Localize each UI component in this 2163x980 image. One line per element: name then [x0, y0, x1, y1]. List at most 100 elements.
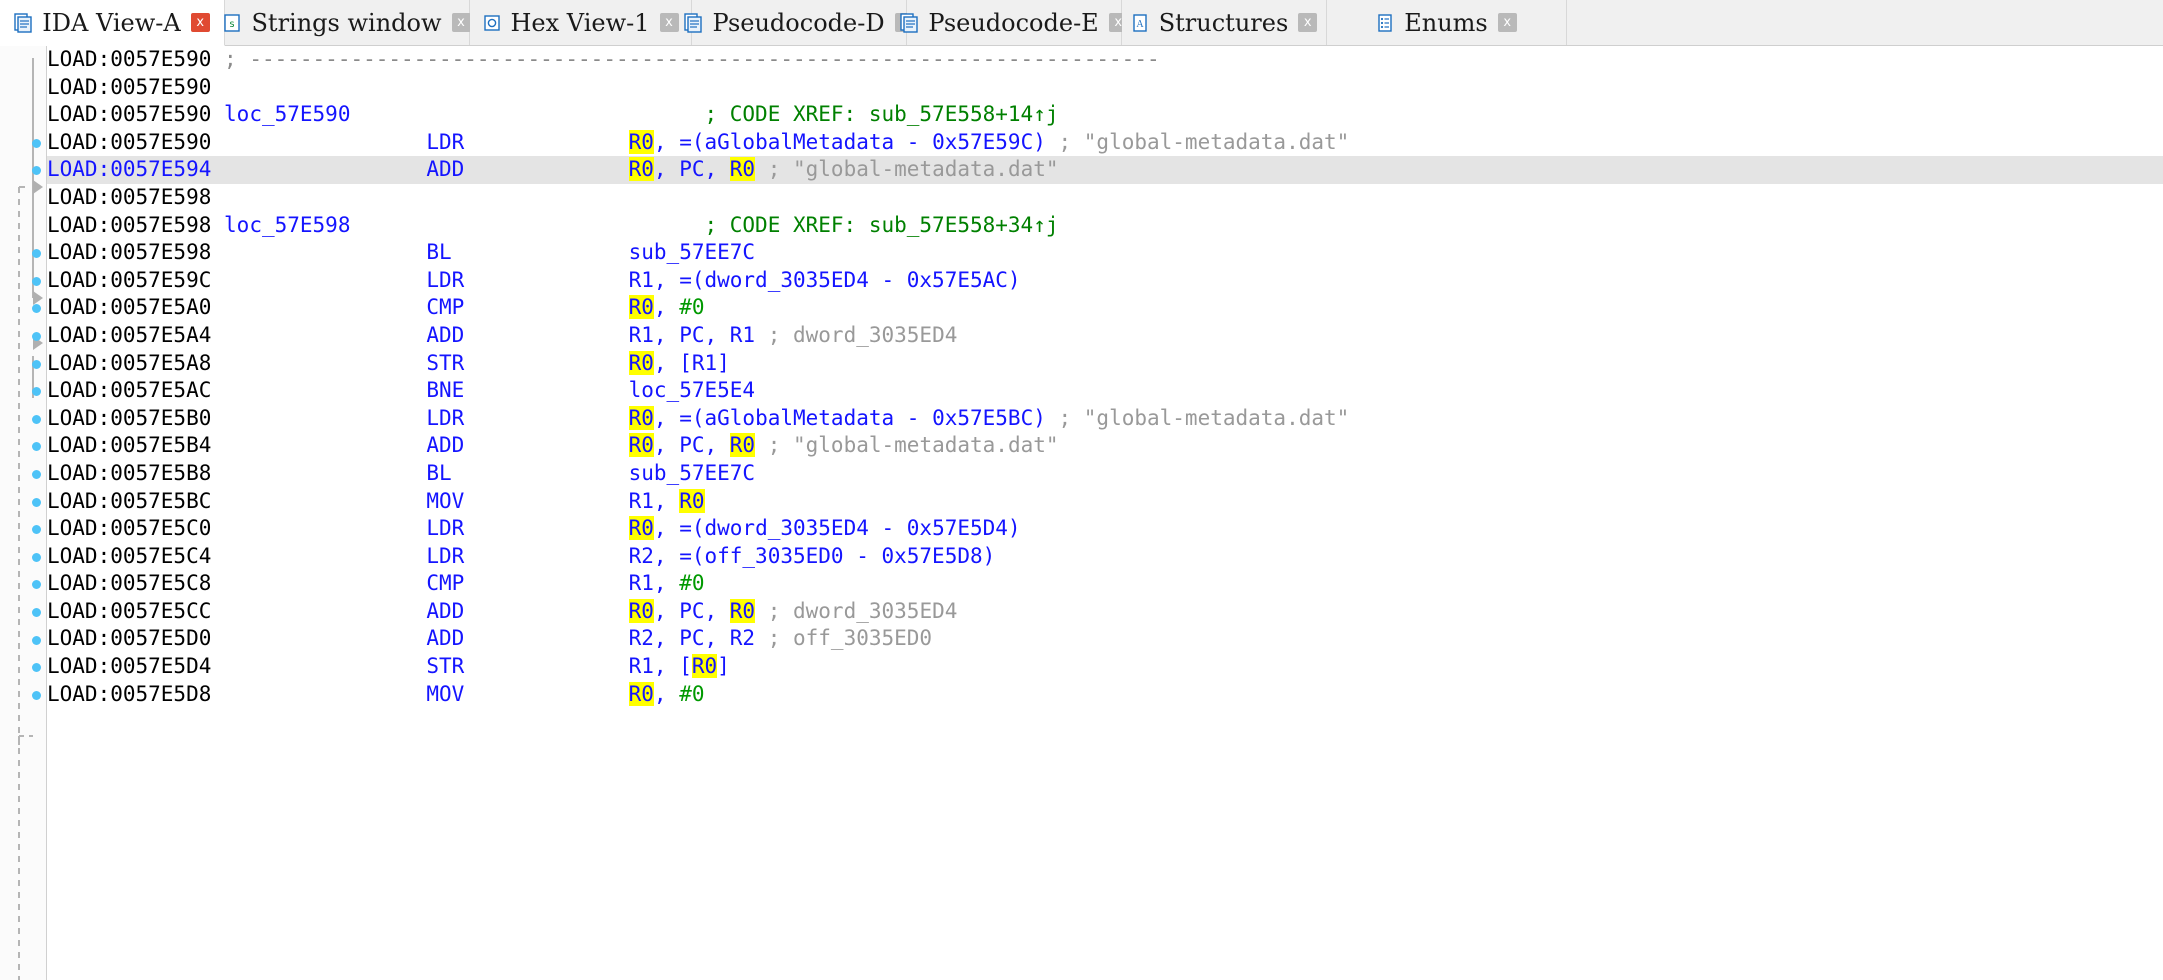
tab-close-icon[interactable]: x	[190, 13, 210, 32]
disasm-line[interactable]: LOAD:0057E5BC MOV R1, R0	[47, 488, 2163, 516]
tab-close-icon[interactable]: x	[1298, 13, 1318, 32]
instruction-mnemonic: LDR	[426, 543, 465, 568]
line-address: LOAD:0057E5D0	[47, 626, 212, 651]
disasm-line[interactable]: LOAD:0057E5AC BNE loc_57E5E4	[47, 377, 2163, 405]
line-address: LOAD:0057E5C8	[47, 571, 212, 596]
instruction-operand: ,	[653, 295, 680, 320]
immediate-value: #0	[679, 571, 705, 596]
instruction-operand: R0	[729, 433, 756, 458]
tab-ida-view-a[interactable]: IDA View-A x	[0, 0, 225, 46]
line-address: LOAD:0057E598	[47, 184, 212, 209]
line-text	[211, 433, 426, 457]
line-text	[211, 295, 426, 319]
instruction-operand: R0	[628, 681, 654, 706]
tab-pseudocode-e[interactable]: Pseudocode-E x	[900, 0, 1128, 45]
line-text	[211, 626, 426, 650]
instruction-mnemonic: STR	[426, 350, 465, 375]
tab-close-icon[interactable]: x	[1497, 13, 1517, 32]
line-text	[464, 406, 628, 430]
line-text	[464, 323, 628, 347]
disasm-line[interactable]: LOAD:0057E5C4 LDR R2, =(off_3035ED0 - 0x…	[47, 543, 2163, 571]
disasm-line[interactable]: LOAD:0057E590	[47, 74, 2163, 102]
instruction-operand: sub_57EE7C	[628, 240, 756, 265]
line-text	[464, 130, 628, 154]
instruction-operand: R0	[729, 157, 756, 182]
line-text	[464, 378, 628, 402]
line-text	[211, 240, 426, 264]
tab-strings-window[interactable]: s Strings window x	[224, 0, 471, 45]
instruction-dot	[32, 276, 41, 286]
tab-close-icon[interactable]: x	[451, 13, 471, 32]
disasm-line[interactable]: LOAD:0057E5CC ADD R0, PC, R0 ; dword_303…	[47, 598, 2163, 626]
instruction-dot	[32, 414, 41, 424]
tab-hex-view-1[interactable]: Hex View-1 x	[470, 0, 692, 45]
ida-view-icon	[14, 12, 32, 33]
instruction-operand: , PC,	[653, 598, 730, 623]
line-text	[211, 682, 426, 706]
line-text	[211, 323, 426, 347]
disasm-line[interactable]: LOAD:0057E598 loc_57E598 ; CODE XREF: su…	[47, 212, 2163, 240]
line-text	[464, 157, 628, 181]
line-address: LOAD:0057E5A4	[47, 322, 212, 347]
instruction-mnemonic: CMP	[426, 295, 465, 320]
line-address: LOAD:0057E5BC	[47, 488, 212, 513]
disassembly-view[interactable]: LOAD:0057E590 ; ------------------------…	[0, 46, 2163, 980]
disasm-line[interactable]: LOAD:0057E5D0 ADD R2, PC, R2 ; off_3035E…	[47, 625, 2163, 653]
disasm-line[interactable]: LOAD:0057E594 ADD R0, PC, R0 ; "global-m…	[47, 156, 2163, 184]
disasm-line[interactable]: LOAD:0057E5B8 BL sub_57EE7C	[47, 460, 2163, 488]
disasm-line[interactable]: LOAD:0057E590 loc_57E590 ; CODE XREF: su…	[47, 101, 2163, 129]
instruction-mnemonic: LDR	[426, 405, 465, 430]
line-text	[211, 102, 224, 126]
line-text	[211, 461, 426, 485]
disasm-line[interactable]: LOAD:0057E590 LDR R0, =(aGlobalMetadata …	[47, 129, 2163, 157]
disasm-line[interactable]: LOAD:0057E59C LDR R1, =(dword_3035ED4 - …	[47, 267, 2163, 295]
disasm-line[interactable]: LOAD:0057E5A4 ADD R1, PC, R1 ; dword_303…	[47, 322, 2163, 350]
instruction-mnemonic: ADD	[426, 322, 465, 347]
line-text	[211, 654, 426, 678]
disasm-line[interactable]: LOAD:0057E5C0 LDR R0, =(dword_3035ED4 - …	[47, 515, 2163, 543]
line-text	[464, 268, 628, 292]
line-address: LOAD:0057E5A8	[47, 350, 212, 375]
instruction-mnemonic: BNE	[426, 378, 465, 403]
instruction-dot	[32, 690, 41, 700]
instruction-operand: ]	[717, 654, 730, 679]
disasm-line[interactable]: LOAD:0057E590 ; ------------------------…	[47, 46, 2163, 74]
instruction-operand: R1, PC, R1	[628, 322, 756, 347]
instruction-dot	[32, 552, 41, 562]
line-text	[464, 295, 628, 319]
disasm-line[interactable]: LOAD:0057E598	[47, 184, 2163, 212]
instruction-operand: R2, PC, R2	[628, 626, 756, 651]
instruction-operand: R0	[628, 516, 654, 541]
instruction-operand: R0	[628, 405, 654, 430]
instruction-dot	[32, 635, 41, 645]
tab-structures[interactable]: A Structures x	[1122, 0, 1327, 45]
disassembly-lines[interactable]: LOAD:0057E590 ; ------------------------…	[47, 46, 2163, 980]
line-address: LOAD:0057E590	[47, 102, 212, 127]
tab-pseudocode-d[interactable]: Pseudocode-Dx	[684, 0, 914, 45]
svg-text:A: A	[1136, 19, 1144, 30]
tab-close-icon[interactable]: x	[659, 13, 679, 32]
instruction-operand: , PC,	[653, 433, 730, 458]
instruction-mnemonic: ADD	[426, 598, 465, 623]
line-text	[211, 516, 426, 540]
disasm-line[interactable]: LOAD:0057E5B4 ADD R0, PC, R0 ; "global-m…	[47, 432, 2163, 460]
pseudocode-icon	[900, 12, 919, 33]
disasm-line[interactable]: LOAD:0057E5C8 CMP R1, #0	[47, 570, 2163, 598]
instruction-operand: , =(aGlobalMetadata - 0x57E5BC)	[653, 405, 1046, 430]
inline-comment: ; "global-metadata.dat"	[755, 157, 1059, 182]
disasm-line[interactable]: LOAD:0057E5D8 MOV R0, #0	[47, 681, 2163, 709]
disasm-line[interactable]: LOAD:0057E598 BL sub_57EE7C	[47, 239, 2163, 267]
disasm-line[interactable]: LOAD:0057E5A8 STR R0, [R1]	[47, 350, 2163, 378]
disasm-line[interactable]: LOAD:0057E5D4 STR R1, [R0]	[47, 653, 2163, 681]
instruction-mnemonic: MOV	[426, 488, 465, 513]
instruction-operand: R0	[628, 129, 654, 154]
tab-label: Hex View-1	[510, 8, 650, 37]
line-address: LOAD:0057E598	[47, 212, 212, 237]
disasm-line[interactable]: LOAD:0057E5B0 LDR R0, =(aGlobalMetadata …	[47, 405, 2163, 433]
line-text	[464, 682, 628, 706]
disasm-line[interactable]: LOAD:0057E5A0 CMP R0, #0	[47, 294, 2163, 322]
instruction-operand: R2, =(off_3035ED0 - 0x57E5D8)	[628, 543, 996, 568]
instruction-mnemonic: LDR	[426, 129, 465, 154]
tab-enums[interactable]: Enums x	[1327, 0, 1567, 45]
line-text	[350, 213, 704, 237]
